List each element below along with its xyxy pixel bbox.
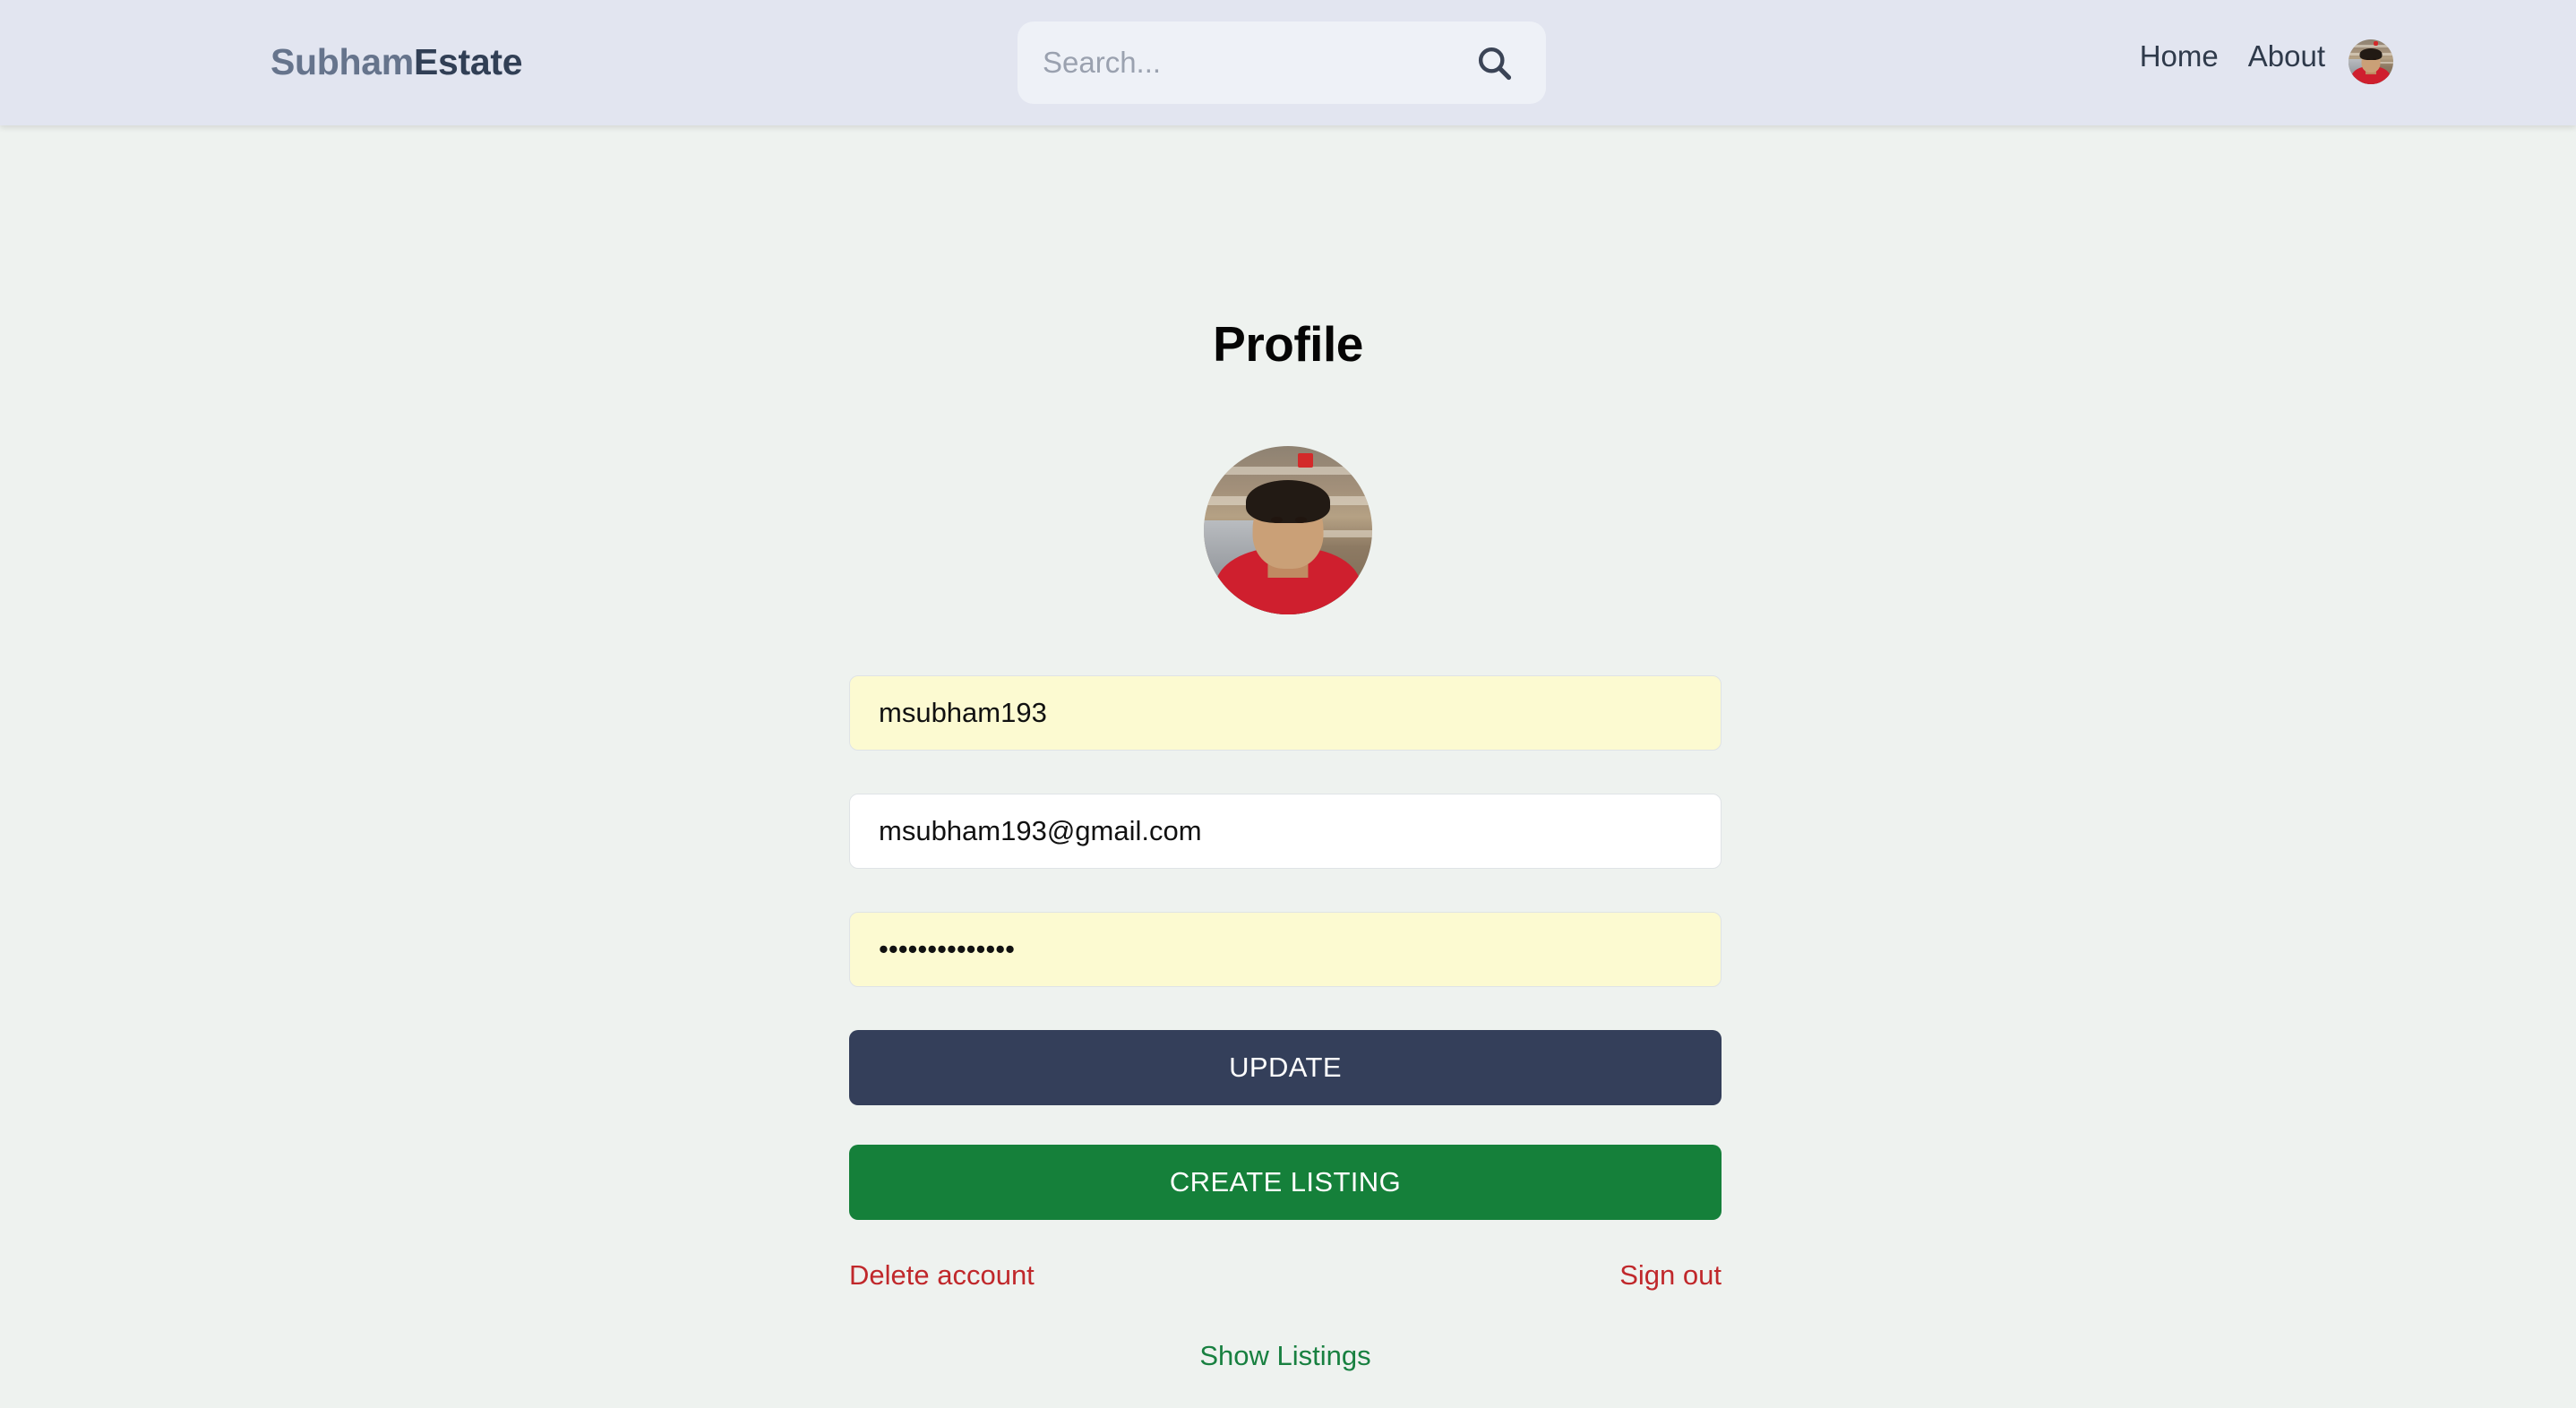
profile-avatar[interactable] — [1204, 446, 1372, 614]
avatar-image — [2348, 39, 2393, 84]
username-input[interactable] — [849, 675, 1722, 751]
show-listings-row: Show Listings — [849, 1340, 1722, 1372]
delete-account-link[interactable]: Delete account — [849, 1259, 1035, 1292]
search-form[interactable] — [1018, 21, 1546, 104]
nav-link-about[interactable]: About — [2248, 39, 2325, 73]
sign-out-link[interactable]: Sign out — [1619, 1259, 1722, 1292]
brand-logo[interactable]: SubhamEstate — [270, 41, 523, 83]
nav-link-home[interactable]: Home — [2140, 39, 2219, 73]
create-listing-button[interactable]: Create Listing — [849, 1145, 1722, 1220]
brand-logo-first: Subham — [270, 41, 414, 82]
site-header: SubhamEstate Home About — [0, 0, 2576, 125]
account-actions: Delete account Sign out — [849, 1259, 1722, 1292]
search-input[interactable] — [1043, 21, 1474, 104]
header-avatar[interactable] — [2348, 39, 2393, 84]
update-button[interactable]: Update — [849, 1030, 1722, 1105]
profile-avatar-image — [1204, 446, 1372, 614]
main-nav: Home About — [2140, 39, 2325, 73]
profile-form: Update Create Listing Delete account Sig… — [849, 675, 1722, 1372]
brand-logo-second: Estate — [413, 41, 523, 82]
show-listings-link[interactable]: Show Listings — [1199, 1340, 1370, 1371]
email-input[interactable] — [849, 794, 1722, 869]
page-title: Profile — [1213, 316, 1363, 372]
search-icon[interactable] — [1474, 43, 1514, 82]
password-input[interactable] — [849, 912, 1722, 987]
profile-page: Profile Update Create Listing Delete acc… — [0, 125, 2576, 1408]
